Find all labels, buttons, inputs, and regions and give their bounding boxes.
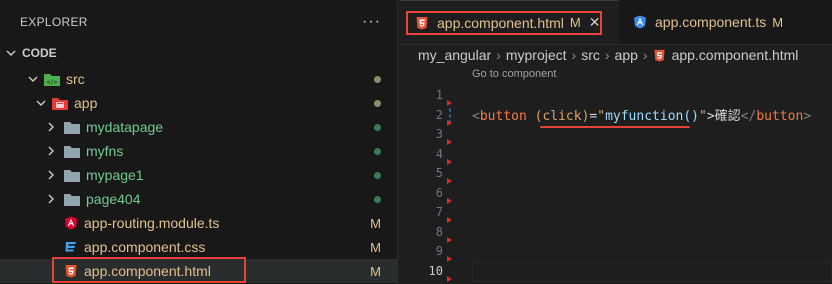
breadcrumb: my_angular › myproject › src › app › app… — [418, 44, 798, 66]
gutter-deleted-marker-icon — [447, 178, 452, 184]
chevron-right-icon: › — [571, 47, 577, 63]
git-status-dot — [374, 147, 381, 155]
code-token: 確認 — [714, 109, 741, 124]
chevron-down-icon — [4, 46, 18, 60]
section-label: CODE — [22, 46, 57, 60]
tree-item-app[interactable]: app — [0, 91, 397, 115]
gutter-deleted-marker-icon — [447, 159, 452, 165]
app-folder-icon — [52, 97, 68, 110]
code-token: button — [479, 109, 527, 124]
breadcrumb-item[interactable]: app.component.html — [672, 47, 799, 63]
code-token: </ — [740, 109, 757, 124]
code-token: button — [756, 109, 804, 124]
chevron-right-icon — [44, 192, 58, 206]
more-actions-button[interactable]: ··· — [362, 13, 381, 31]
tree-item-label: mypage1 — [86, 167, 144, 183]
highlight-box-explorer-file — [52, 257, 246, 283]
angular-icon — [64, 216, 78, 230]
tree-item-label: page404 — [86, 191, 141, 207]
gutter-deleted-marker-icon — [447, 100, 452, 106]
tab-label: app.component.ts — [655, 14, 767, 30]
line-number: 9 — [435, 244, 443, 258]
line-number: 5 — [435, 166, 443, 180]
svg-text:</>: </> — [47, 79, 58, 86]
code-token: > — [706, 109, 715, 124]
tree-item-label: app — [74, 95, 98, 111]
folder-icon — [64, 145, 80, 158]
chevron-right-icon: › — [496, 47, 501, 63]
gutter-deleted-marker-icon — [447, 120, 452, 126]
chevron-down-icon — [26, 72, 40, 86]
git-status-dot — [374, 99, 381, 107]
folder-icon — [64, 193, 80, 206]
code-token: > — [803, 109, 812, 124]
gutter-deleted-marker-icon — [447, 198, 452, 204]
chevron-right-icon: › — [604, 47, 610, 63]
tree-item-page404[interactable]: page404 — [0, 187, 397, 211]
tab-app-component-ts[interactable]: app.component.ts M — [619, 0, 793, 44]
tree-item-src[interactable]: </> src — [0, 67, 397, 91]
code-line-2[interactable]: <button (click)="myfunction()">確認</butto… — [472, 105, 811, 124]
folder-icon — [64, 121, 80, 134]
tree-item-mypage1[interactable]: mypage1 — [0, 163, 397, 187]
code-token: (click) — [534, 109, 590, 124]
folder-icon — [64, 169, 80, 182]
tree-item-label: src — [66, 71, 85, 87]
git-status-dot — [374, 171, 381, 179]
workspace-section-code[interactable]: CODE — [0, 43, 397, 63]
line-number: 3 — [435, 127, 443, 141]
line-number: 8 — [435, 225, 443, 239]
line-number: 1 — [435, 88, 443, 102]
tree-item-label: myfns — [86, 143, 124, 159]
tree-item-mydatapage[interactable]: mydatapage — [0, 115, 397, 139]
git-status-modified: M — [370, 215, 381, 231]
angular-icon — [633, 15, 647, 29]
chevron-right-icon — [44, 168, 58, 182]
chevron-right-icon — [44, 120, 58, 134]
explorer-header: EXPLORER ··· — [0, 0, 397, 44]
chevron-right-icon: › — [642, 47, 648, 63]
git-status-dot — [374, 75, 381, 83]
code-token: < — [472, 109, 480, 124]
tree-item-app-component-css[interactable]: app.component.css M — [0, 235, 397, 259]
tab-modified-indicator: M — [772, 14, 784, 30]
current-line-highlight — [472, 262, 832, 282]
line-number: 6 — [435, 186, 443, 200]
gutter-deleted-marker-icon — [447, 139, 452, 145]
code-token: " — [597, 109, 606, 124]
breadcrumb-item[interactable]: my_angular — [418, 47, 491, 63]
gutter-deleted-marker-icon — [447, 217, 452, 223]
git-status-dot — [374, 123, 381, 131]
annotation-underline — [540, 126, 690, 128]
src-folder-icon: </> — [44, 73, 60, 86]
line-number: 7 — [435, 205, 443, 219]
chevron-down-icon — [34, 96, 48, 110]
chevron-right-icon — [44, 144, 58, 158]
html5-icon — [653, 49, 666, 62]
tree-item-label: app.component.css — [84, 239, 206, 255]
explorer-title: EXPLORER — [20, 15, 88, 29]
breadcrumb-item[interactable]: myproject — [506, 47, 567, 63]
gutter-deleted-marker-icon — [447, 256, 452, 262]
gutter-deleted-marker-icon — [447, 237, 452, 243]
gutter-deleted-marker-icon — [447, 276, 452, 282]
tree-item-label: mydatapage — [86, 119, 164, 135]
tree-item-app-routing-module[interactable]: app-routing.module.ts M — [0, 211, 397, 235]
breadcrumb-item[interactable]: src — [581, 47, 600, 63]
git-status-dot — [374, 195, 381, 203]
code-token: " — [699, 109, 707, 124]
line-number: 2 — [435, 108, 443, 122]
css-icon — [64, 240, 78, 254]
git-status-modified: M — [370, 239, 381, 255]
line-number: 4 — [435, 147, 443, 161]
git-status-modified: M — [370, 263, 381, 279]
breadcrumb-item[interactable]: app — [615, 47, 638, 63]
codelens-go-to-component[interactable]: Go to component — [472, 68, 556, 80]
code-token: myfunction() — [605, 109, 699, 124]
highlight-box-tab — [406, 11, 602, 35]
tree-item-label: app-routing.module.ts — [84, 215, 220, 231]
tree-item-myfns[interactable]: myfns — [0, 139, 397, 163]
line-number: 10 — [428, 264, 443, 278]
